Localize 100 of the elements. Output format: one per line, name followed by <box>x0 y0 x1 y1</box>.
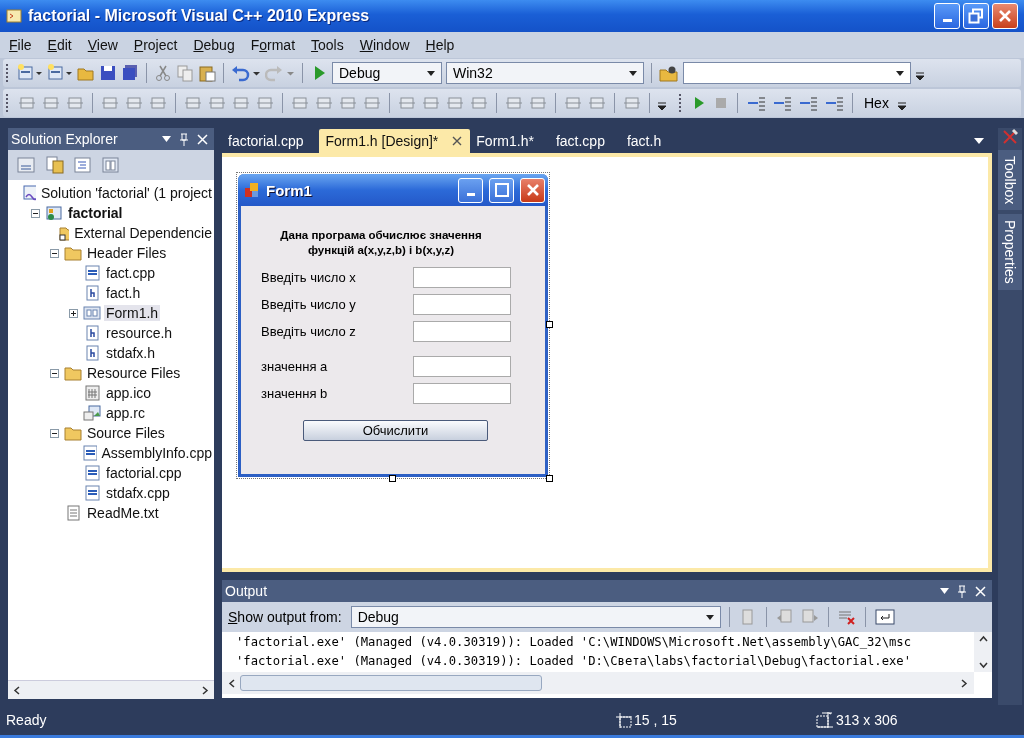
tree-item[interactable]: Header Files <box>85 245 169 261</box>
form-window[interactable]: Form1 Дана програма обчислює значення функцій a(x,y,z,b) і b(x,y,z) Введіть число x Введіть число y Введіть число z значення a значення b Обчислити <box>238 174 548 477</box>
menu-item[interactable]: Help <box>418 37 464 53</box>
tree-item[interactable]: Source Files <box>85 425 167 441</box>
resize-handle[interactable] <box>546 321 553 328</box>
expander-icon[interactable] <box>31 208 40 218</box>
tab-list-arrow-icon[interactable] <box>974 138 984 144</box>
side-tab[interactable]: Properties <box>998 214 1022 291</box>
resize-handle[interactable] <box>389 475 396 482</box>
tree-item[interactable]: External Dependencie <box>72 225 214 241</box>
menu-item[interactable]: Project <box>126 37 187 53</box>
tree-item[interactable]: Resource Files <box>85 365 183 381</box>
hex-button[interactable]: Hex <box>860 95 893 111</box>
result-field[interactable] <box>413 355 511 377</box>
document-tab[interactable]: Form1.h* <box>470 129 550 153</box>
tree-item[interactable]: fact.h <box>104 285 143 301</box>
document-tab[interactable]: factorial.cpp <box>222 129 320 153</box>
pin-icon[interactable] <box>179 132 189 146</box>
horizontal-scrollbar[interactable] <box>222 672 974 694</box>
menu-item[interactable]: Format <box>243 37 305 53</box>
scroll-right-icon[interactable] <box>960 678 968 688</box>
panel-title: Output <box>225 583 269 599</box>
tree-item[interactable]: fact.cpp <box>104 265 158 281</box>
add-item-icon[interactable] <box>47 64 73 82</box>
tree-item[interactable]: factorial <box>66 205 125 221</box>
resize-handle[interactable] <box>546 475 553 482</box>
menu-item[interactable]: Tools <box>304 37 353 53</box>
menu-item[interactable]: Debug <box>186 37 244 53</box>
maximize-button[interactable] <box>489 177 514 203</box>
panel-title: Solution Explorer <box>11 131 119 147</box>
output-source-dropdown[interactable]: Debug <box>350 606 721 628</box>
properties-icon[interactable] <box>16 155 38 175</box>
menu-item[interactable]: View <box>80 37 127 53</box>
tree-item[interactable]: resource.h <box>104 325 175 341</box>
tree-item[interactable]: factorial.cpp <box>104 465 184 481</box>
scroll-thumb[interactable] <box>240 675 542 691</box>
scroll-left-icon[interactable] <box>228 678 236 688</box>
arrow-icon[interactable] <box>745 94 767 112</box>
scroll-left-icon[interactable] <box>13 685 21 695</box>
view-code-icon[interactable] <box>72 155 94 175</box>
menu-item[interactable]: Edit <box>40 37 81 53</box>
input-field[interactable] <box>413 320 511 342</box>
copy-icon[interactable] <box>176 64 194 82</box>
view-designer-icon[interactable] <box>100 155 122 175</box>
show-all-files-icon[interactable] <box>44 155 66 175</box>
horizontal-scrollbar[interactable] <box>8 680 214 699</box>
restore-button[interactable] <box>963 3 989 29</box>
result-field[interactable] <box>413 382 511 404</box>
header-file-icon <box>83 285 101 301</box>
close-icon[interactable] <box>452 136 463 146</box>
document-tab[interactable]: fact.cpp <box>549 129 621 153</box>
find-in-files-icon[interactable] <box>659 64 679 82</box>
vertical-scrollbar[interactable] <box>974 632 992 672</box>
save-icon[interactable] <box>99 64 117 82</box>
save-all-icon[interactable] <box>121 64 139 82</box>
side-tab[interactable]: Toolbox <box>998 150 1022 211</box>
dropdown-arrow-icon[interactable] <box>940 588 949 594</box>
tree-item[interactable]: Solution 'factorial' (1 project <box>38 185 214 201</box>
tree-item[interactable]: app.rc <box>104 405 147 421</box>
calculate-button[interactable]: Обчислити <box>303 419 488 441</box>
new-project-icon[interactable] <box>17 64 43 82</box>
icon-file-icon <box>83 385 101 401</box>
tree-item[interactable]: Form1.h <box>104 305 161 321</box>
minimize-icon <box>942 19 952 22</box>
scroll-right-icon[interactable] <box>201 685 209 695</box>
input-field[interactable] <box>413 293 511 315</box>
next-message-icon[interactable] <box>799 608 820 626</box>
platform-dropdown[interactable]: Win32 <box>446 62 644 84</box>
close-button[interactable] <box>520 177 545 203</box>
tree-item[interactable]: ReadMe.txt <box>85 505 161 521</box>
expander-icon[interactable] <box>69 308 78 318</box>
menu-item[interactable]: File <box>2 37 41 53</box>
paste-icon[interactable] <box>198 64 216 82</box>
expander-icon[interactable] <box>50 368 59 378</box>
cut-icon[interactable] <box>154 64 172 82</box>
menu-item[interactable]: Window <box>352 37 419 53</box>
minimize-button[interactable] <box>458 177 483 203</box>
configuration-dropdown[interactable]: Debug <box>332 62 442 84</box>
clear-all-icon[interactable] <box>836 608 857 626</box>
close-icon <box>997 8 1013 24</box>
dropdown-arrow-icon[interactable] <box>162 136 171 142</box>
tree-item[interactable]: stdafx.cpp <box>104 485 172 501</box>
tree-item[interactable]: app.ico <box>104 385 154 401</box>
scroll-up-icon[interactable] <box>978 635 988 643</box>
dropdown-arrow-icon <box>705 614 714 620</box>
pin-icon[interactable] <box>957 584 967 598</box>
close-button[interactable] <box>992 3 1018 29</box>
position-text: 15 , 15 <box>634 712 677 728</box>
minimize-button[interactable] <box>934 3 960 29</box>
scroll-down-icon[interactable] <box>978 661 988 669</box>
expander-icon[interactable] <box>50 248 59 258</box>
input-field[interactable] <box>413 266 511 288</box>
tree-item[interactable]: stdafx.h <box>104 345 158 361</box>
word-wrap-icon[interactable] <box>873 608 896 626</box>
undo-icon[interactable] <box>231 64 261 82</box>
document-tab[interactable]: fact.h <box>620 129 678 153</box>
tree-item[interactable]: AssemblyInfo.cpp <box>99 445 214 461</box>
expander-icon[interactable] <box>50 428 59 438</box>
document-tab[interactable]: Form1.h [Design]* <box>319 129 471 153</box>
cpp-file-icon <box>83 465 101 481</box>
